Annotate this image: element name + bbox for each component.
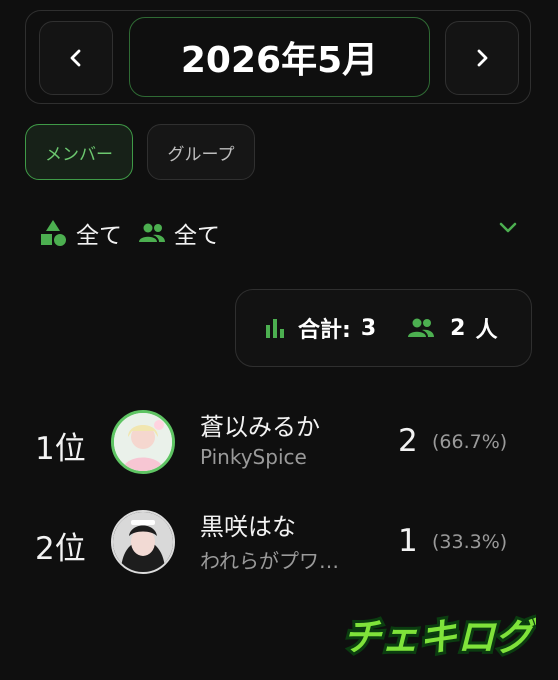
ranking-row[interactable]: 1位 蒼以みるか PinkySpice 2 (66.7%) (0, 405, 558, 485)
chevron-left-icon (70, 49, 81, 67)
total-label: 合計: (298, 318, 351, 343)
summary-box: 合計: 3 2 人 (235, 289, 532, 367)
people-filter-label: 全て (174, 223, 220, 249)
member-name: 黒咲はな (200, 513, 296, 541)
app-logo: チェキログ (340, 612, 536, 662)
percent-value: (66.7%) (432, 431, 508, 453)
people-unit: 人 (475, 318, 498, 343)
total-value: 3 (360, 315, 377, 341)
member-name: 蒼以みるか (200, 413, 320, 441)
prev-month-button[interactable] (39, 21, 113, 95)
month-selector: 2026年5月 (25, 10, 531, 104)
month-title[interactable]: 2026年5月 (129, 17, 430, 97)
count-value: 1 (398, 523, 418, 559)
next-month-button[interactable] (445, 21, 519, 95)
rank-label: 1位 (35, 431, 86, 467)
chevron-down-icon[interactable] (498, 221, 518, 235)
rank-label: 2位 (35, 531, 86, 567)
tab-groups[interactable]: グループ (147, 124, 255, 180)
category-filter-label: 全て (76, 223, 122, 249)
filter-row[interactable]: 全て 全て (40, 215, 518, 251)
people-icon (139, 223, 165, 242)
logo-text: チェキログ (343, 615, 536, 659)
ranking-row[interactable]: 2位 黒咲はな われらがプワ… 1 (33.3%) (0, 505, 558, 585)
chevron-right-icon (477, 49, 488, 67)
bar-chart-icon (266, 319, 284, 338)
shapes-icon (41, 220, 66, 246)
tab-members[interactable]: メンバー (25, 124, 133, 180)
people-icon (408, 318, 435, 337)
avatar (111, 410, 175, 474)
people-value: 2 (450, 315, 466, 341)
group-name: われらがプワ… (200, 549, 339, 573)
group-name: PinkySpice (200, 445, 307, 469)
count-value: 2 (398, 423, 418, 459)
percent-value: (33.3%) (432, 531, 508, 553)
avatar (111, 510, 175, 574)
